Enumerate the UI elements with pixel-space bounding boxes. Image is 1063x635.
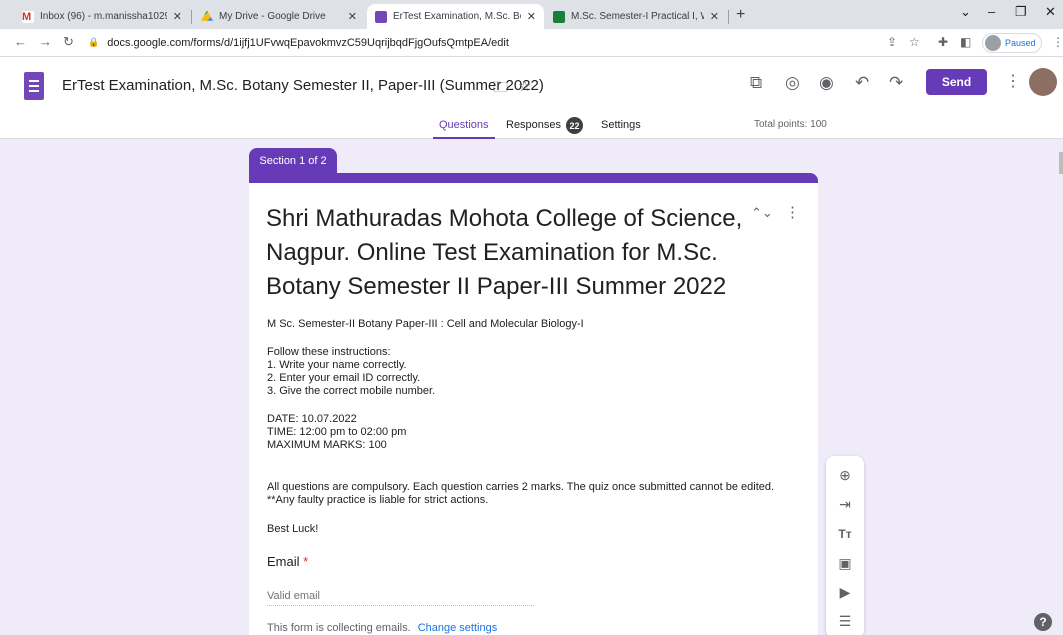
browser-tab-strip: M Inbox (96) - m.manissha1029@g ✕ My Dri… [0,0,1063,29]
new-tab-icon[interactable]: + [736,6,745,24]
lock-icon: 🔒 [88,37,100,47]
email-collection-note: This form is collecting emails. Change s… [267,622,498,634]
form-title[interactable]: Shri Mathuradas Mohota College of Scienc… [266,202,746,304]
side-panel-icon[interactable]: ◧ [960,35,971,49]
form-description-subject: M Sc. Semester-II Botany Paper-III : Cel… [267,318,584,330]
exam-time: TIME: 12:00 pm to 02:00 pm [267,426,407,438]
close-icon[interactable]: ✕ [710,10,719,23]
google-forms-logo-icon[interactable] [24,72,44,100]
close-icon[interactable]: ✕ [173,10,182,23]
question-toolbar: ⊕ ⇥ Tт ▣ ▶ ☰ [826,456,864,635]
total-points: Total points: 100 [754,119,827,130]
instruction-item: 2. Enter your email ID correctly. [267,372,421,384]
google-sheets-icon [553,10,565,23]
add-image-icon[interactable]: ▣ [835,553,855,573]
extensions-puzzle-icon[interactable]: ✚ [938,35,948,49]
tab-google-drive[interactable]: My Drive - Google Drive ✕ [193,4,365,29]
required-asterisk: * [303,554,309,569]
forward-icon[interactable]: → [39,34,52,49]
section-more-icon[interactable]: ⋮ [785,203,800,221]
exam-rules-warning: **Any faulty practice is liable for stri… [267,494,489,506]
page-scrollbar-thumb[interactable] [1059,152,1063,174]
redo-icon[interactable]: ↷ [889,73,903,93]
tab-separator [191,10,192,24]
tab-sheets[interactable]: M.Sc. Semester-I Practical I, Wint ✕ [545,4,727,29]
add-video-icon[interactable]: ▶ [835,582,855,602]
minimize-icon[interactable]: – [988,4,995,19]
add-section-icon[interactable]: ☰ [835,611,855,631]
document-title[interactable]: ErTest Examination, M.Sc. Botany Semeste… [62,77,544,94]
close-icon[interactable]: ✕ [348,10,357,23]
back-icon[interactable]: ← [14,34,27,49]
bookmark-star-icon[interactable]: ☆ [909,35,920,49]
tab-settings[interactable]: Settings [601,119,641,131]
undo-icon[interactable]: ↶ [855,73,869,93]
tab-separator [728,10,729,24]
add-question-icon[interactable]: ⊕ [835,465,855,485]
page-scrollbar-track[interactable] [1056,140,1063,635]
add-title-icon[interactable]: Tт [835,524,855,544]
profile-paused-chip[interactable]: Paused [982,33,1042,53]
tab-forms-active[interactable]: ErTest Examination, M.Sc. Botany ✕ [367,4,544,29]
email-question-label: Email * [267,554,309,569]
restore-icon[interactable]: ❐ [1015,4,1027,20]
responses-count-badge: 22 [566,117,583,134]
more-options-icon[interactable]: ⋮ [1005,71,1021,91]
profile-avatar [985,35,1001,51]
closing-note: Best Luck! [267,523,319,535]
preview-eye-icon[interactable]: ◉ [819,73,834,93]
exam-rules: All questions are compulsory. Each quest… [267,481,775,493]
google-forms-icon [375,10,387,23]
help-icon[interactable]: ? [1034,613,1052,631]
tab-gmail[interactable]: M Inbox (96) - m.manissha1029@g ✕ [14,4,190,29]
address-bar[interactable]: 🔒 docs.google.com/forms/d/1ijfj1UFvwqEpa… [88,32,888,53]
window-close-icon[interactable]: ✕ [1045,4,1056,20]
addons-puzzle-icon[interactable]: ⧉ [750,73,762,93]
instruction-item: 1. Write your name correctly. [267,359,407,371]
form-header-card[interactable]: Shri Mathuradas Mohota College of Scienc… [249,173,818,635]
import-questions-icon[interactable]: ⇥ [835,494,855,514]
google-drive-icon [201,10,213,21]
tab-questions[interactable]: Questions [439,119,489,131]
section-label: Section 1 of 2 [249,148,337,174]
exam-date: DATE: 10.07.2022 [267,413,357,425]
collapse-section-icon[interactable]: ⌃⌄ [751,205,773,221]
send-button[interactable]: Send [926,69,987,95]
folder-icon[interactable]: 🗀 [493,77,508,102]
share-icon[interactable]: ⇪ [887,35,897,49]
close-icon[interactable]: ✕ [527,10,536,23]
star-icon[interactable]: ☆ [518,77,531,95]
instruction-item: 3. Give the correct mobile number. [267,385,436,397]
user-avatar[interactable] [1029,68,1057,96]
browser-toolbar: ← → ↻ 🔒 docs.google.com/forms/d/1ijfj1UF… [0,29,1063,57]
reload-icon[interactable]: ↻ [63,34,74,50]
change-settings-link[interactable]: Change settings [418,622,498,634]
tab-search-icon[interactable]: ⌄ [960,4,971,20]
email-input[interactable] [267,586,534,606]
instructions-heading: Follow these instructions: [267,346,391,358]
forms-header: ErTest Examination, M.Sc. Botany Semeste… [0,57,1063,139]
chrome-menu-icon[interactable]: ⋮ [1052,35,1063,49]
tab-responses[interactable]: Responses [506,119,561,131]
active-tab-indicator [433,137,495,139]
gmail-icon: M [22,10,34,23]
exam-max-marks: MAXIMUM MARKS: 100 [267,439,387,451]
palette-icon[interactable]: ◎ [785,73,800,93]
url-text: docs.google.com/forms/d/1ijfj1UFvwqEpavo… [107,36,509,49]
